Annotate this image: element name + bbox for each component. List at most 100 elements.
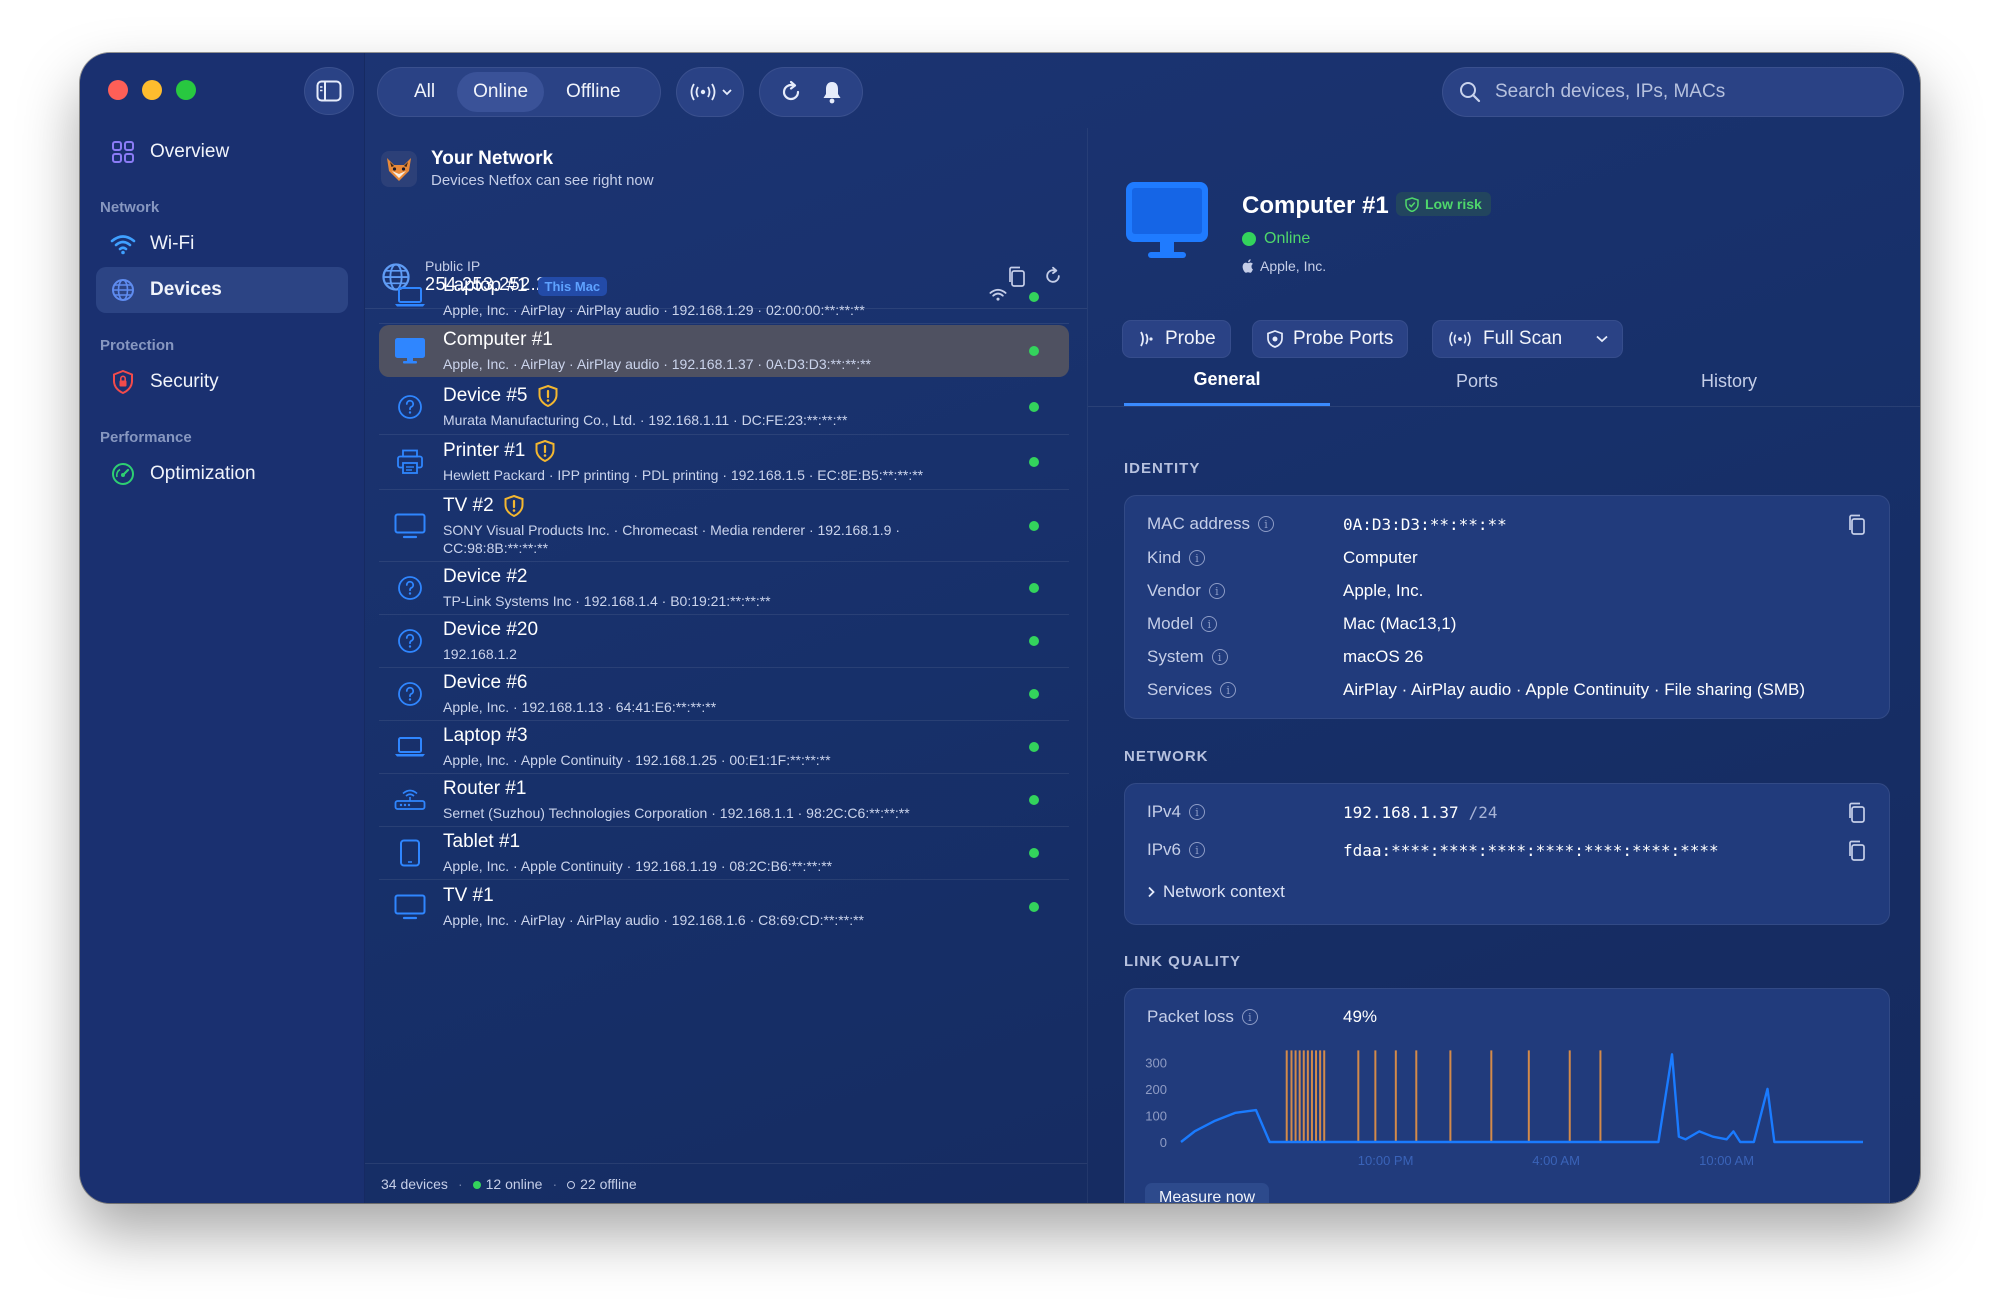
scan-mode-dropdown[interactable]	[676, 67, 744, 117]
device-meta: Apple, Inc. · 192.168.1.13 · 64:41:E6:**…	[443, 699, 717, 715]
search-input[interactable]	[1495, 81, 1875, 103]
info-icon[interactable]: i	[1189, 842, 1206, 858]
zoom-window-button[interactable]	[176, 80, 196, 100]
device-row[interactable]: Device #2 TP-Link Systems Inc · 192.168.1…	[379, 562, 1069, 615]
device-list-pane: Your Network Devices Netfox can see righ…	[365, 128, 1088, 1203]
gauge-icon	[110, 461, 136, 487]
warning-shield-icon	[504, 494, 524, 517]
device-row[interactable]: Device #5 Murata Manufacturing Co., Ltd. …	[379, 380, 1069, 435]
services-value: AirPlay · AirPlay audio · Apple Continui…	[1343, 680, 1806, 699]
online-status-dot	[1029, 795, 1039, 805]
model-row: Model i Mac (Mac13,1)	[1147, 614, 1457, 633]
device-row[interactable]: Device #6 Apple, Inc. · 192.168.1.13 · 64…	[379, 668, 1069, 721]
ipv6-row: IPv6 i fdaa:****:****:****:****:****:****…	[1147, 840, 1719, 860]
device-row[interactable]: Router #1 Sernet (Suzhou) Technologies Co…	[379, 774, 1069, 827]
device-name: Printer #1	[443, 440, 1069, 462]
device-name: Device #20	[443, 619, 539, 640]
warning-shield-icon	[538, 385, 558, 407]
filter-offline-button[interactable]: Offline	[550, 72, 637, 112]
online-status-dot	[1029, 636, 1039, 646]
sidebar-item-label: Optimization	[150, 463, 256, 484]
sidebar-item-optimization[interactable]: Optimization	[96, 451, 348, 497]
online-count-badge: 12 online	[472, 1176, 542, 1192]
shield-icon	[1267, 330, 1283, 348]
sidebar-item-label: Overview	[150, 141, 230, 162]
device-row[interactable]: Tablet #1 Apple, Inc. · Apple Continuity …	[379, 827, 1069, 880]
router-icon	[379, 788, 441, 812]
online-status-dot	[1029, 457, 1039, 467]
probe-button[interactable]: Probe	[1122, 320, 1231, 358]
y-tick-label: 0	[1160, 1135, 1167, 1150]
network-section-title: NETWORK	[1124, 748, 1209, 765]
sidebar: Overview Network Wi-Fi Devices Protectio…	[80, 53, 365, 1203]
device-row[interactable]: Laptop #3 Apple, Inc. · Apple Continuity …	[379, 721, 1069, 774]
online-status-dot	[1029, 402, 1039, 412]
list-footer: 34 devices · 12 online · 22 offline	[365, 1163, 1087, 1203]
sidebar-icon	[316, 80, 342, 102]
filter-all-button[interactable]: All	[398, 72, 451, 112]
device-row[interactable]: Device #20 192.168.1.2	[379, 615, 1069, 668]
info-icon[interactable]: i	[1257, 516, 1274, 532]
info-icon[interactable]: i	[1241, 1009, 1258, 1025]
device-name: Laptop #3	[443, 725, 528, 746]
device-meta: TP-Link Systems Inc · 192.168.1.4 · B0:1…	[443, 593, 771, 609]
tab-history[interactable]: History	[1626, 356, 1832, 406]
device-name: Device #2	[443, 566, 528, 587]
network-header: Your Network Devices Netfox can see righ…	[381, 148, 654, 189]
refresh-icon[interactable]	[779, 80, 803, 104]
info-icon[interactable]: i	[1208, 583, 1225, 599]
info-icon[interactable]: i	[1189, 804, 1206, 820]
device-row[interactable]: Computer #1 Apple, Inc. · AirPlay · AirPl…	[379, 325, 1069, 377]
device-name: Router #1	[443, 778, 527, 799]
device-title: Computer #1	[1242, 192, 1389, 219]
packet-loss-row: Packet loss i 49%	[1147, 1007, 1378, 1026]
device-meta: Apple, Inc. · AirPlay · AirPlay audio · …	[443, 911, 864, 928]
online-status-dot	[1029, 689, 1039, 699]
online-status-dot	[1029, 583, 1039, 593]
sidebar-item-wifi[interactable]: Wi-Fi	[96, 221, 348, 267]
laptop-icon	[379, 286, 441, 308]
info-icon[interactable]: i	[1211, 649, 1228, 665]
question-icon	[379, 681, 441, 707]
filter-online-button[interactable]: Online	[457, 72, 545, 112]
search-field[interactable]	[1442, 67, 1904, 117]
sidebar-item-label: Wi-Fi	[150, 233, 195, 254]
device-row[interactable]: Printer #1 Hewlett Packard · IPP printing…	[379, 435, 1069, 490]
tab-general[interactable]: General	[1124, 356, 1330, 406]
device-row[interactable]: TV #1 Apple, Inc. · AirPlay · AirPlay aud…	[379, 880, 1069, 933]
wifi-icon	[989, 288, 1007, 307]
online-status-dot	[1029, 742, 1039, 752]
measure-now-button[interactable]: Measure now	[1145, 1183, 1270, 1203]
device-meta: Apple, Inc. · Apple Continuity · 192.168…	[443, 858, 833, 874]
copy-icon[interactable]	[1847, 802, 1867, 824]
globe-icon	[110, 277, 136, 303]
device-meta: 192.168.1.2	[443, 646, 517, 662]
device-row[interactable]: TV #2 SONY Visual Products Inc. · Chromec…	[379, 490, 1069, 562]
info-icon[interactable]: i	[1201, 616, 1218, 632]
device-meta: Sernet (Suzhou) Technologies Corporation…	[443, 805, 910, 821]
sidebar-item-devices[interactable]: Devices	[96, 267, 348, 313]
info-icon[interactable]: i	[1220, 682, 1237, 698]
info-icon[interactable]: i	[1189, 550, 1206, 566]
minimize-window-button[interactable]	[142, 80, 162, 100]
copy-icon[interactable]	[1847, 840, 1867, 862]
device-row[interactable]: Laptop #1 This Mac Apple, Inc. · AirPlay ·…	[379, 271, 1069, 324]
full-scan-button[interactable]: Full Scan	[1432, 320, 1624, 358]
bell-icon[interactable]	[821, 80, 843, 104]
wifi-icon	[110, 231, 136, 257]
probe-ports-button[interactable]: Probe Ports	[1252, 320, 1409, 358]
probe-icon	[1140, 331, 1153, 347]
sidebar-item-security[interactable]: Security	[96, 359, 348, 405]
link-quality-section-title: LINK QUALITY	[1124, 953, 1241, 970]
close-window-button[interactable]	[108, 80, 128, 100]
question-icon	[379, 394, 441, 420]
network-context-disclosure[interactable]: Network context	[1147, 882, 1285, 902]
sidebar-item-overview[interactable]: Overview	[96, 129, 348, 175]
chevron-down-icon[interactable]	[1596, 335, 1608, 343]
copy-icon[interactable]	[1847, 514, 1867, 536]
tablet-icon	[379, 839, 441, 867]
online-status-dot	[1029, 901, 1039, 912]
network-subtitle: Devices Netfox can see right now	[431, 172, 654, 189]
sidebar-toggle-button[interactable]	[304, 67, 354, 115]
tab-ports[interactable]: Ports	[1374, 356, 1580, 406]
